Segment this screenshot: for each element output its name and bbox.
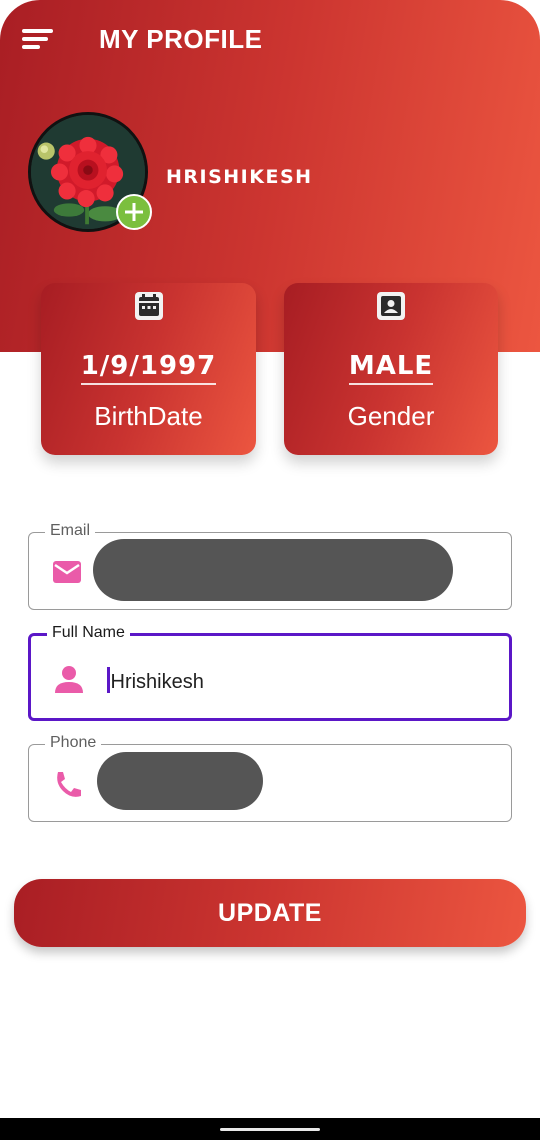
profile-screen: MY PROFILE HRISHIKESH 1/9/1997 BirthDate… (0, 0, 540, 1118)
email-field[interactable]: Email (28, 522, 512, 610)
full-name-field[interactable]: Full Name Hrishikesh (28, 624, 512, 721)
system-navigation-bar (0, 1118, 540, 1140)
gender-value: MALE (284, 351, 498, 385)
redacted-phone (97, 752, 263, 810)
phone-label: Phone (45, 734, 102, 752)
full-name-label: Full Name (47, 624, 130, 642)
email-icon (53, 561, 81, 583)
phone-field[interactable]: Phone (28, 734, 512, 822)
plus-icon (125, 203, 143, 221)
home-gesture-handle[interactable] (220, 1128, 320, 1131)
birthdate-card[interactable]: 1/9/1997 BirthDate (41, 283, 256, 455)
text-cursor (107, 667, 110, 693)
gender-label: Gender (347, 401, 435, 431)
email-label: Email (45, 522, 96, 540)
phone-icon (57, 772, 81, 797)
update-button[interactable]: UPDATE (14, 879, 526, 947)
full-name-input[interactable]: Hrishikesh (107, 667, 204, 694)
menu-icon[interactable] (22, 29, 56, 51)
contact-card-icon (377, 292, 405, 320)
birthdate-value: 1/9/1997 (41, 351, 256, 385)
birthdate-label: BirthDate (94, 401, 203, 431)
add-photo-button[interactable] (116, 194, 152, 230)
gender-card[interactable]: MALE Gender (284, 283, 498, 455)
calendar-icon (134, 292, 163, 320)
person-icon (55, 666, 83, 693)
redacted-email (93, 539, 453, 601)
page-title: MY PROFILE (99, 24, 263, 54)
profile-name: HRISHIKESH (166, 166, 313, 188)
